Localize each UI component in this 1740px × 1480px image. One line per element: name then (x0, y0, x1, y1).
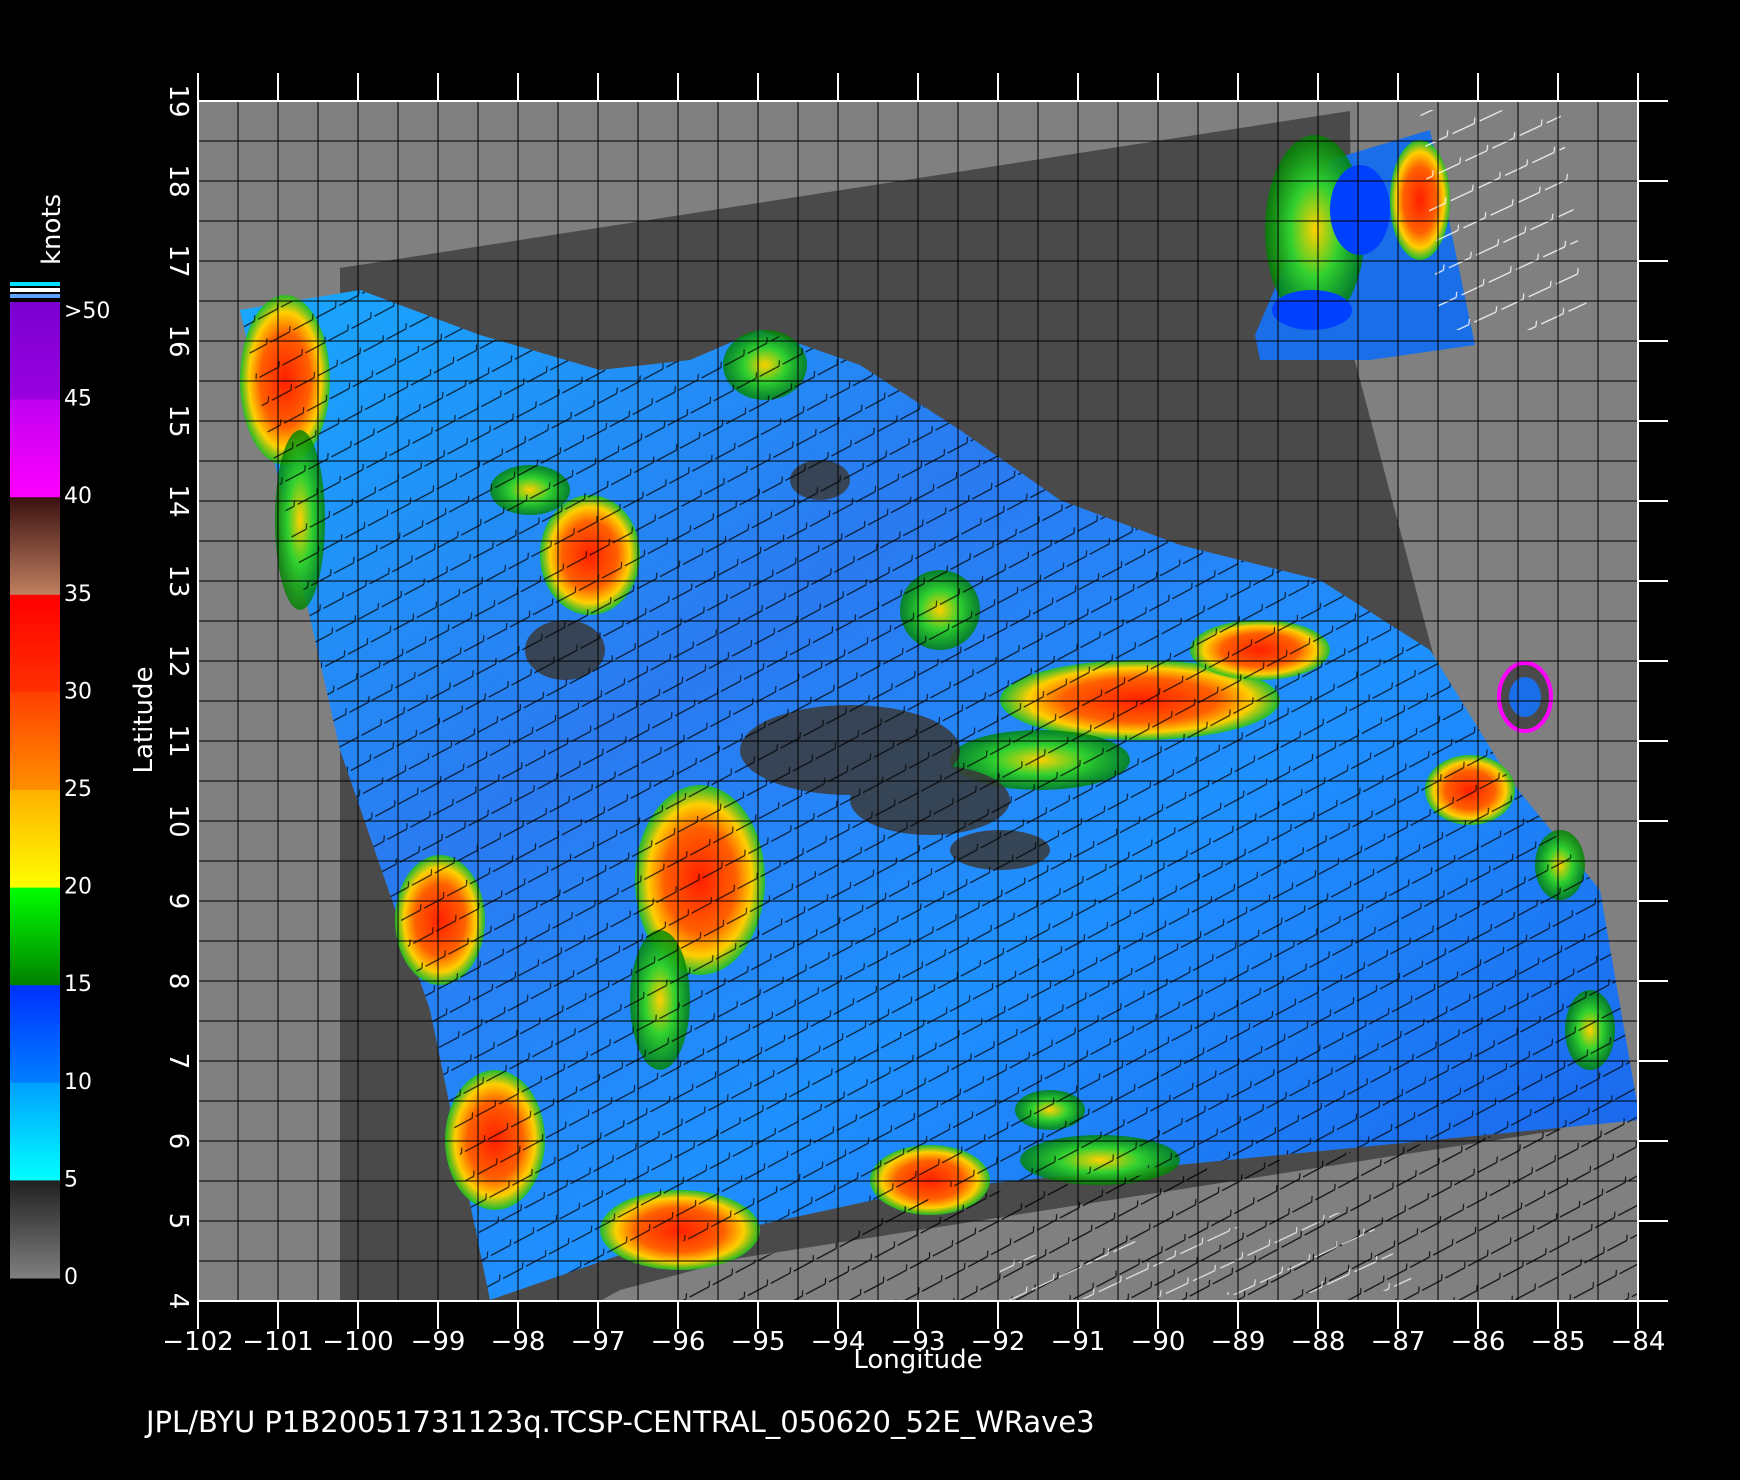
x-tick-label: −100 (322, 1327, 393, 1357)
wind-barbs-white (1420, 110, 1590, 330)
x-tick-label: −97 (571, 1327, 626, 1357)
x-tick-label: −96 (651, 1327, 706, 1357)
colorbar-band (10, 497, 60, 596)
colorbar-band (10, 399, 60, 498)
colorbar-band (10, 302, 60, 401)
colorbar-tick-label: 10 (64, 1070, 92, 1095)
y-tick-label: 19 (163, 84, 193, 117)
y-tick-label: 17 (163, 244, 193, 277)
colorbar-unit-label: knots (37, 194, 67, 265)
y-tick-label: 18 (163, 164, 193, 197)
plot-area (198, 101, 1638, 1301)
y-tick-label: 9 (163, 893, 193, 910)
y-tick-label: 5 (163, 1213, 193, 1230)
x-tick-label: −88 (1291, 1327, 1346, 1357)
colorbar-tick-label: 25 (64, 777, 92, 802)
colorbar-tick-label: 5 (64, 1167, 78, 1192)
x-tick-label: −101 (242, 1327, 313, 1357)
x-tick-label: −84 (1611, 1327, 1666, 1357)
y-tick-label: 8 (163, 973, 193, 990)
colorbar-tick-label: 35 (64, 582, 92, 607)
x-tick-label: −98 (491, 1327, 546, 1357)
y-tick-label: 7 (163, 1053, 193, 1070)
colorbar-band (10, 985, 60, 1084)
x-tick-label: −86 (1451, 1327, 1506, 1357)
x-tick-label: −91 (1051, 1327, 1106, 1357)
colorbar-band (10, 887, 60, 986)
colorbar-tick-label: >50 (64, 299, 110, 324)
colorbar-band (10, 1180, 60, 1279)
y-tick-label: 11 (163, 724, 193, 757)
y-tick-label: 16 (163, 324, 193, 357)
x-tick-label: −102 (162, 1327, 233, 1357)
x-tick-label: −89 (1211, 1327, 1266, 1357)
colorbar-band (10, 1082, 60, 1181)
y-tick-label: 13 (163, 564, 193, 597)
colorbar-band (10, 790, 60, 889)
colorbar-tick-label: 15 (64, 972, 92, 997)
colorbar-band (10, 594, 60, 693)
colorbar-tick-label: 30 (64, 679, 92, 704)
x-axis-title: Longitude (853, 1345, 982, 1375)
x-tick-label: −85 (1531, 1327, 1586, 1357)
x-tick-label: −90 (1131, 1327, 1186, 1357)
colorbar-cap-white (10, 288, 60, 292)
colorbar-tick-label: 40 (64, 484, 92, 509)
colorbar-tick-label: 45 (64, 387, 92, 412)
y-tick-label: 10 (163, 804, 193, 837)
y-tick-label: 15 (163, 404, 193, 437)
footer-caption: JPL/BYU P1B20051731123q.TCSP-CENTRAL_050… (144, 1405, 1095, 1439)
y-tick-label: 12 (163, 644, 193, 677)
colorbar-cap-cyan (10, 282, 60, 286)
colorbar: >50 45 40 35 30 25 20 15 10 5 0 (10, 282, 110, 1290)
colorbar-tick-label: 0 (64, 1265, 78, 1290)
colorbar-tick-label: 20 (64, 875, 92, 900)
y-tick-labels: 4 5 6 7 8 9 10 11 12 13 14 15 16 17 18 19 (163, 84, 193, 1309)
x-tick-label: −87 (1371, 1327, 1426, 1357)
y-tick-label: 6 (163, 1133, 193, 1150)
wind-map-figure: >50454035302520151050 knots −102 −101 −1… (10, 73, 1668, 1439)
y-axis-title: Latitude (129, 666, 159, 773)
x-tick-label: −95 (731, 1327, 786, 1357)
y-tick-label: 14 (163, 484, 193, 517)
colorbar-band (10, 692, 60, 791)
y-tick-label: 4 (163, 1293, 193, 1310)
colorbar-cap-blue (10, 294, 60, 298)
x-tick-label: −99 (411, 1327, 466, 1357)
